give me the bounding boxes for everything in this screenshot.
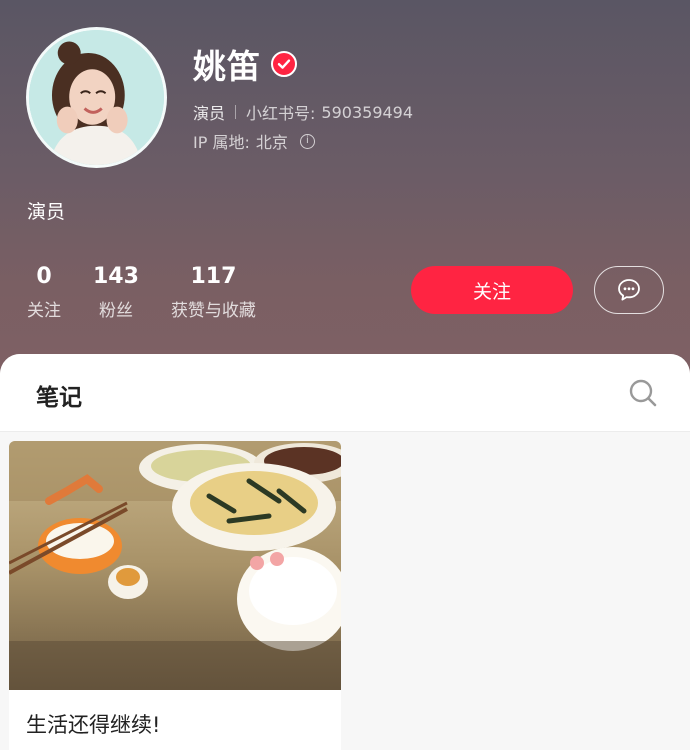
meta-row: 演员 小红书号: 590359494 <box>193 100 413 124</box>
stat-likes[interactable]: 117 获赞与收藏 <box>171 264 256 321</box>
red-id-value[interactable]: 590359494 <box>321 103 413 122</box>
ip-row: IP 属地: 北京 i <box>193 129 315 153</box>
note-card[interactable]: 生活还得继续! <box>9 441 341 750</box>
profile-role: 演员 <box>193 104 226 123</box>
stat-following-label: 关注 <box>27 301 61 321</box>
search-icon[interactable] <box>628 378 658 408</box>
note-cover-image <box>9 441 341 690</box>
profile-bio: 演员 <box>27 201 66 223</box>
verified-badge-icon <box>271 51 297 77</box>
message-button[interactable] <box>594 266 664 314</box>
tab-notes[interactable]: 笔记 <box>36 378 82 412</box>
stat-following[interactable]: 0 关注 <box>27 264 61 321</box>
avatar[interactable] <box>26 27 167 168</box>
profile-header: 姚笛 演员 小红书号: 590359494 IP 属地: 北京 i 演员 0 关… <box>0 0 690 380</box>
stat-following-count: 0 <box>36 264 52 289</box>
avatar-photo <box>29 30 164 165</box>
name-row: 姚笛 <box>193 44 297 86</box>
stat-likes-count: 117 <box>190 264 237 289</box>
stat-followers-label: 粉丝 <box>98 301 133 321</box>
profile-name: 姚笛 <box>193 47 261 86</box>
stat-followers[interactable]: 143 粉丝 <box>93 264 139 321</box>
ip-location: 北京 <box>255 133 288 152</box>
note-title: 生活还得继续! <box>26 713 161 737</box>
tab-bar: 笔记 <box>0 354 690 432</box>
stat-followers-count: 143 <box>93 264 139 289</box>
ip-label: IP 属地: <box>193 133 250 152</box>
divider <box>235 105 237 119</box>
info-icon[interactable]: i <box>299 133 315 149</box>
stats-row: 0 关注 143 粉丝 117 获赞与收藏 <box>27 264 288 321</box>
follow-button[interactable]: 关注 <box>411 266 573 314</box>
message-bubble-icon <box>618 279 640 301</box>
red-id-label: 小红书号: <box>246 104 316 123</box>
stat-likes-label: 获赞与收藏 <box>170 301 256 321</box>
content-panel: 笔记 生活还得继续! <box>0 354 690 750</box>
